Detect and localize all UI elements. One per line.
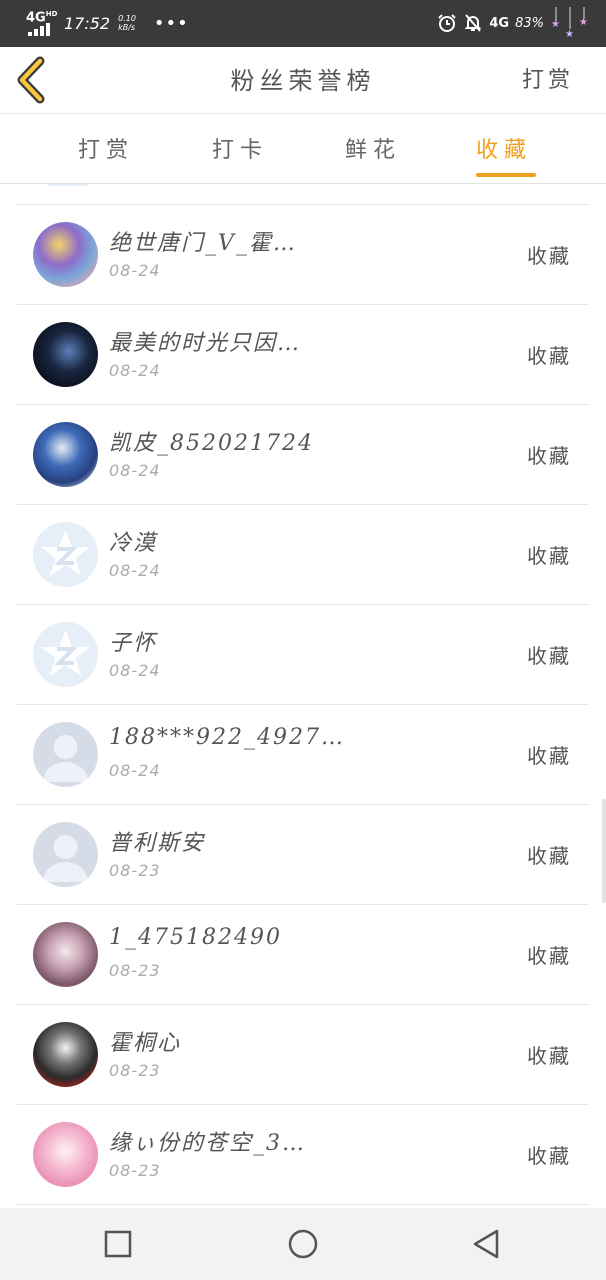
qq-star-icon xyxy=(41,630,90,676)
svg-text:★: ★ xyxy=(551,19,560,30)
page-title: 粉丝荣誉榜 xyxy=(230,67,376,95)
avatar[interactable] xyxy=(33,722,98,787)
home-icon[interactable] xyxy=(287,1228,319,1260)
tab-checkin[interactable]: 打卡 xyxy=(212,132,268,164)
user-name: 1_475182490 xyxy=(109,925,282,950)
default-person-icon xyxy=(43,835,88,882)
list-item[interactable]: 冷漠 08-24 收藏 xyxy=(17,504,589,604)
system-nav-bar xyxy=(0,1208,606,1280)
avatar[interactable] xyxy=(33,522,98,587)
action-label: 收藏 xyxy=(527,1144,571,1168)
active-tab-indicator xyxy=(476,173,536,177)
list-item[interactable]: 缘ぃ份的苍空_3… 08-23 收藏 xyxy=(17,1104,589,1204)
tab-reward[interactable]: 打赏 xyxy=(78,132,134,164)
item-date: 08-24 xyxy=(109,261,161,280)
avatar[interactable] xyxy=(33,422,98,487)
user-name: 凯皮_852021724 xyxy=(109,431,314,456)
list-item[interactable]: 霍桐心 08-23 收藏 xyxy=(17,1004,589,1104)
notifications-off-icon xyxy=(464,14,482,32)
avatar[interactable] xyxy=(33,322,98,387)
app-header: 粉丝荣誉榜 打赏 xyxy=(0,47,606,114)
action-label: 收藏 xyxy=(527,944,571,968)
user-name: 普利斯安 xyxy=(109,831,206,856)
network-type: 4G xyxy=(489,15,510,31)
user-name: 最美的时光只因… xyxy=(109,331,302,356)
action-label: 收藏 xyxy=(527,1044,571,1068)
user-name: 冷漠 xyxy=(109,531,158,556)
item-date: 08-23 xyxy=(109,961,161,980)
avatar[interactable] xyxy=(33,922,98,987)
status-time: 17:52 xyxy=(64,13,111,33)
item-date: 08-24 xyxy=(109,761,161,780)
status-bar: 4GHD 17:52 0.10 kB/s ••• 4G 83% ★ ★ ★ xyxy=(0,0,606,47)
list-item[interactable]: 普利斯安 08-23 收藏 xyxy=(17,804,589,904)
svg-text:★: ★ xyxy=(579,17,588,28)
tab-flowers[interactable]: 鲜花 xyxy=(345,132,401,164)
list-item[interactable]: 最美的时光只因… 08-24 收藏 xyxy=(17,304,589,404)
user-name: 188***922_4927… xyxy=(109,725,345,750)
item-date: 08-23 xyxy=(109,861,161,880)
qq-star-icon xyxy=(41,530,90,576)
user-name: 子怀 xyxy=(109,631,158,656)
avatar[interactable] xyxy=(33,222,98,287)
more-notifications-icon: ••• xyxy=(153,12,189,34)
action-label: 收藏 xyxy=(527,844,571,868)
list-item[interactable]: 1_475182490 08-23 收藏 xyxy=(17,904,589,1004)
list-item[interactable]: 绝世唐门_V_霍… 08-24 收藏 xyxy=(17,204,589,304)
alarm-icon xyxy=(438,14,457,32)
avatar[interactable] xyxy=(33,622,98,687)
action-label: 收藏 xyxy=(527,444,571,468)
action-label: 收藏 xyxy=(527,744,571,768)
battery-level: 83% xyxy=(515,15,544,31)
user-name: 缘ぃ份的苍空_3… xyxy=(109,1131,306,1156)
recent-apps-icon[interactable] xyxy=(102,1228,134,1260)
item-date: 08-24 xyxy=(109,461,161,480)
tab-favorites[interactable]: 收藏 xyxy=(476,132,532,164)
network-speed: 0.10 kB/s xyxy=(118,14,136,32)
reward-button[interactable]: 打赏 xyxy=(522,62,574,94)
avatar xyxy=(48,184,88,186)
scrollbar[interactable] xyxy=(602,799,606,903)
avatar[interactable] xyxy=(33,1022,98,1087)
action-label: 收藏 xyxy=(527,644,571,668)
item-date: 08-24 xyxy=(109,661,161,680)
default-person-icon xyxy=(43,735,88,782)
avatar[interactable] xyxy=(33,822,98,887)
tab-bar: 打赏 打卡 鲜花 收藏 xyxy=(0,114,606,184)
item-date: 08-23 xyxy=(109,1161,161,1180)
list-item[interactable]: 子怀 08-24 收藏 xyxy=(17,604,589,704)
signal-icon: 4GHD xyxy=(26,10,57,36)
star-decoration-icon: ★ ★ ★ xyxy=(551,7,588,39)
item-date: 08-24 xyxy=(109,561,161,580)
back-icon[interactable] xyxy=(470,1228,502,1260)
list-item[interactable]: 凯皮_852021724 08-24 收藏 xyxy=(17,404,589,504)
avatar[interactable] xyxy=(33,1122,98,1187)
list-item[interactable]: 188***922_4927… 08-24 收藏 xyxy=(17,704,589,804)
svg-text:★: ★ xyxy=(565,29,574,39)
item-date: 08-24 xyxy=(109,361,161,380)
action-label: 收藏 xyxy=(527,344,571,368)
fan-list[interactable]: 绝世唐门_V_霍… 08-24 收藏 最美的时光只因… 08-24 收藏 凯皮_… xyxy=(0,184,606,1208)
action-label: 收藏 xyxy=(527,244,571,268)
user-name: 绝世唐门_V_霍… xyxy=(109,231,297,256)
user-name: 霍桐心 xyxy=(109,1031,182,1056)
action-label: 收藏 xyxy=(527,544,571,568)
item-date: 08-23 xyxy=(109,1061,161,1080)
